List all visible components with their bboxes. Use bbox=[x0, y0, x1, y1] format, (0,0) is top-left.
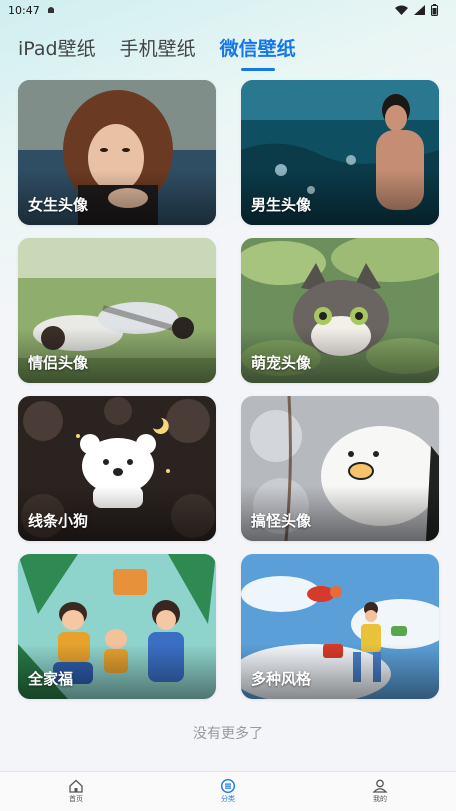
category-card-line-puppy[interactable]: 线条小狗 bbox=[18, 396, 216, 541]
active-tab-indicator bbox=[240, 68, 275, 71]
category-card-boy-avatar[interactable]: 男生头像 bbox=[241, 80, 439, 225]
category-card-family-photo[interactable]: 全家福 bbox=[18, 554, 216, 699]
battery-icon bbox=[431, 4, 438, 16]
category-tabs: iPad壁纸 手机壁纸 微信壁纸 bbox=[18, 34, 296, 71]
category-card-couple-avatar[interactable]: 情侣头像 bbox=[18, 238, 216, 383]
nav-home-label: 首页 bbox=[69, 795, 83, 803]
category-list-icon bbox=[221, 779, 235, 793]
status-bar: 10:47 bbox=[0, 0, 456, 20]
category-card-multiple-styles[interactable]: 多种风格 bbox=[241, 554, 439, 699]
category-card-funny-avatar[interactable]: 搞怪头像 bbox=[241, 396, 439, 541]
nav-category-label: 分类 bbox=[221, 795, 235, 803]
signal-icon bbox=[414, 5, 425, 15]
end-of-list-text: 没有更多了 bbox=[193, 726, 263, 742]
nav-profile[interactable]: 我的 bbox=[340, 779, 420, 804]
category-card-girl-avatar[interactable]: 女生头像 bbox=[18, 80, 216, 225]
wifi-icon bbox=[395, 5, 408, 15]
category-grid: 女生头像 男生头像 情侣头像 萌宠头像 线条小狗 搞怪头像 全家福 多种风格 bbox=[18, 80, 439, 699]
profile-icon bbox=[372, 779, 388, 793]
category-label: 搞怪头像 bbox=[251, 512, 312, 530]
tab-wechat-wallpaper[interactable]: 微信壁纸 bbox=[219, 34, 296, 71]
category-label: 男生头像 bbox=[251, 196, 312, 214]
tab-wechat-wallpaper-label: 微信壁纸 bbox=[219, 38, 296, 60]
nav-home[interactable]: 首页 bbox=[36, 779, 116, 804]
nav-category[interactable]: 分类 bbox=[188, 779, 268, 804]
status-time: 10:47 bbox=[8, 3, 40, 17]
tab-ipad-wallpaper[interactable]: iPad壁纸 bbox=[18, 34, 96, 61]
home-icon bbox=[69, 779, 83, 793]
notification-icon bbox=[47, 7, 54, 13]
bottom-navigation: 首页 分类 我的 bbox=[0, 771, 456, 811]
nav-profile-label: 我的 bbox=[373, 795, 387, 803]
tab-phone-wallpaper[interactable]: 手机壁纸 bbox=[120, 34, 196, 61]
category-label: 情侣头像 bbox=[28, 354, 89, 372]
category-label: 线条小狗 bbox=[28, 512, 89, 530]
category-label: 多种风格 bbox=[251, 670, 312, 688]
category-label: 全家福 bbox=[28, 670, 74, 688]
category-card-pet-avatar[interactable]: 萌宠头像 bbox=[241, 238, 439, 383]
category-label: 女生头像 bbox=[28, 196, 89, 214]
category-label: 萌宠头像 bbox=[251, 354, 312, 372]
